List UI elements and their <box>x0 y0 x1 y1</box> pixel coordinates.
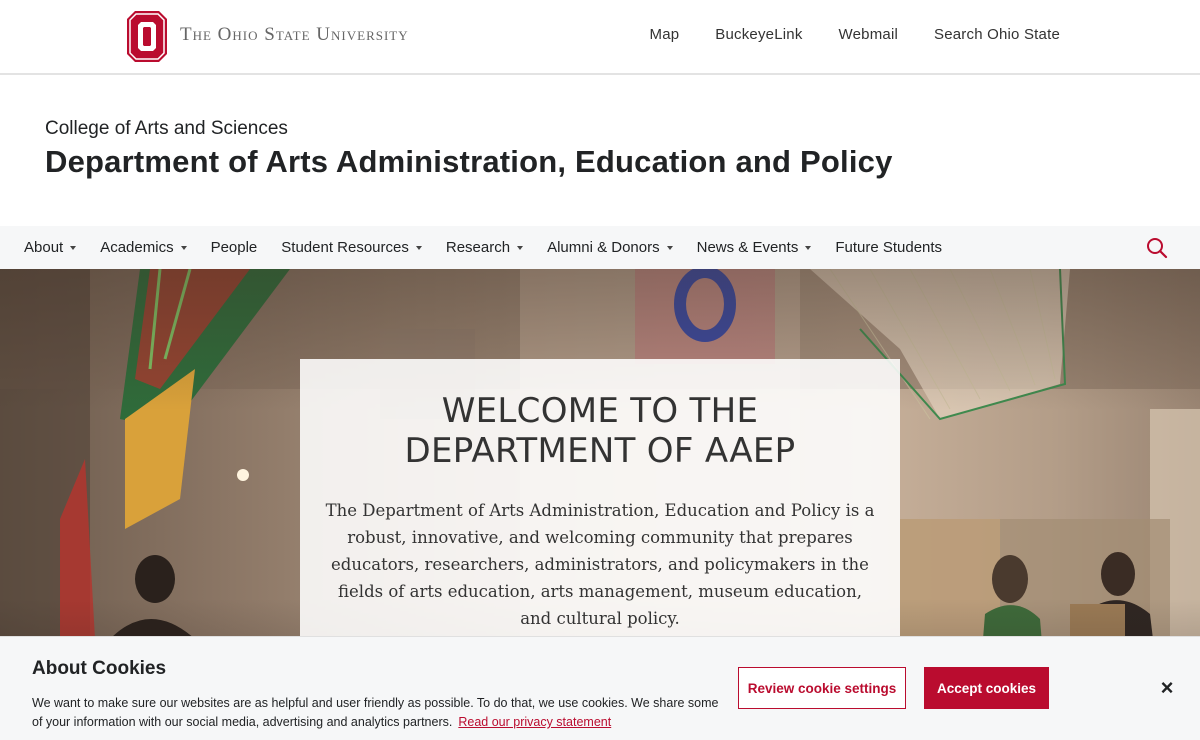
nav-item-about[interactable]: About <box>24 239 77 256</box>
department-title[interactable]: Department of Arts Administration, Educa… <box>45 144 1145 180</box>
caret-down-icon <box>805 246 812 250</box>
nav-item-student-resources[interactable]: Student Resources <box>281 239 422 256</box>
osu-top-bar: The Ohio State University Map BuckeyeLin… <box>0 0 1200 75</box>
caret-down-icon <box>415 246 422 250</box>
university-wordmark[interactable]: The Ohio State University <box>180 24 409 46</box>
nav-item-research[interactable]: Research <box>445 239 524 256</box>
cookie-message-block: We want to make sure our websites are as… <box>32 694 732 732</box>
caret-down-icon <box>70 246 77 250</box>
welcome-heading: WELCOME TO THE DEPARTMENT OF AAEP <box>404 391 796 471</box>
review-cookie-settings-button[interactable]: Review cookie settings <box>738 667 906 709</box>
welcome-description: The Department of Arts Administration, E… <box>325 501 875 628</box>
cookie-message: We want to make sure our websites are as… <box>32 696 719 729</box>
block-o-icon[interactable] <box>127 11 167 62</box>
privacy-statement-link[interactable]: Read our privacy statement <box>458 715 611 729</box>
close-icon[interactable]: × <box>1154 675 1180 701</box>
link-search-ohio-state[interactable]: Search Ohio State <box>934 26 1060 43</box>
nav-label: About <box>24 239 64 256</box>
nav-label: People <box>210 239 258 256</box>
accept-cookies-button[interactable]: Accept cookies <box>924 667 1049 709</box>
nav-item-academics[interactable]: Academics <box>100 239 187 256</box>
nav-label: Student Resources <box>281 239 409 256</box>
search-icon[interactable] <box>1146 237 1168 259</box>
nav-item-people[interactable]: People <box>211 239 258 256</box>
nav-label: Alumni & Donors <box>547 239 660 256</box>
college-name[interactable]: College of Arts and Sciences <box>45 118 1145 140</box>
nav-item-future-students[interactable]: Future Students <box>835 239 942 256</box>
caret-down-icon <box>180 246 187 250</box>
nav-item-alumni-donors[interactable]: Alumni & Donors <box>547 239 673 256</box>
link-buckeyelink[interactable]: BuckeyeLink <box>715 26 802 43</box>
caret-down-icon <box>517 246 524 250</box>
cookie-title: About Cookies <box>32 658 167 679</box>
nav-item-news-events[interactable]: News & Events <box>697 239 812 256</box>
welcome-card: WELCOME TO THE DEPARTMENT OF AAEP The De… <box>300 359 900 659</box>
link-map[interactable]: Map <box>650 26 680 43</box>
main-navigation: About Academics People Student Resources… <box>0 226 1200 269</box>
nav-label: News & Events <box>696 239 799 256</box>
nav-label: Future Students <box>835 239 943 256</box>
nav-label: Research <box>445 239 511 256</box>
link-webmail[interactable]: Webmail <box>839 26 898 43</box>
department-header: College of Arts and Sciences Department … <box>45 118 1145 180</box>
nav-label: Academics <box>100 239 174 256</box>
caret-down-icon <box>666 246 673 250</box>
cookie-banner: About Cookies We want to make sure our w… <box>0 636 1200 740</box>
utility-links: Map BuckeyeLink Webmail Search Ohio Stat… <box>650 26 1061 43</box>
